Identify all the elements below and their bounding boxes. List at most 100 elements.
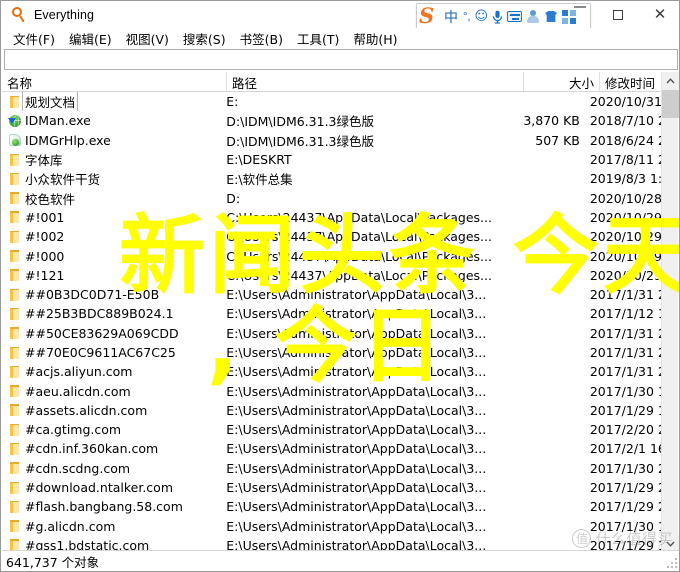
menu-bookmark[interactable]: 书签(B) (233, 28, 290, 49)
punctuation-icon[interactable]: °, (461, 6, 472, 28)
chinese-mode-icon[interactable]: 中 (441, 6, 461, 28)
table-row[interactable]: #!121C:\Users\24437\AppData\Local\Packag… (2, 266, 663, 285)
folder-icon (8, 288, 21, 302)
cell-path: E:\软件总集 (221, 169, 510, 188)
table-row[interactable]: #cdn.inf.360kan.comE:\Users\Administrato… (2, 439, 663, 458)
menu-view[interactable]: 视图(V) (119, 28, 176, 49)
scroll-up-button[interactable] (662, 72, 679, 89)
menu-edit[interactable]: 编辑(E) (62, 28, 119, 49)
file-name: #!002 (25, 229, 64, 244)
ime-collapse-button[interactable] (574, 6, 586, 8)
table-row[interactable]: 字体库E:\DESKRT2017/8/11 23:28 (2, 150, 663, 169)
file-name: IDMan.exe (25, 113, 91, 128)
table-row[interactable]: 规划文档E:2020/10/31 20:41 (2, 92, 663, 111)
cell-date: 2017/1/30 23:03 (585, 459, 663, 478)
cell-name: 字体库 (2, 150, 221, 169)
table-row[interactable]: #acjs.aliyun.comE:\Users\Administrator\A… (2, 362, 663, 381)
cell-date: 2017/1/31 21:38 (585, 362, 663, 381)
file-name: ##70E0C9611AC67C25 (25, 345, 176, 360)
cell-size (511, 478, 585, 497)
cell-path: E: (221, 92, 510, 111)
folder-icon (8, 481, 21, 495)
menu-search[interactable]: 搜索(S) (176, 28, 233, 49)
cell-size (511, 420, 585, 439)
table-row[interactable]: #aeu.alicdn.comE:\Users\Administrator\Ap… (2, 381, 663, 400)
cell-path: E:\Users\Administrator\AppData\Local\3..… (221, 517, 510, 536)
cell-name: #!000 (2, 246, 221, 265)
cell-size (511, 517, 585, 536)
scrollbar-thumb[interactable] (662, 90, 679, 118)
table-row[interactable]: ##50CE83629A069CDDE:\Users\Administrator… (2, 324, 663, 343)
table-row[interactable]: #download.ntalker.comE:\Users\Administra… (2, 478, 663, 497)
table-row[interactable]: 小众软件干货E:\软件总集2019/8/3 1:15 (2, 169, 663, 188)
microphone-glyph (492, 10, 503, 24)
table-row[interactable]: ##70E0C9611AC67C25E:\Users\Administrator… (2, 343, 663, 362)
table-row[interactable]: #!001C:\Users\24437\AppData\Local\Packag… (2, 208, 663, 227)
folder-icon (8, 268, 21, 282)
table-row[interactable]: IDMGrHlp.exeD:\IDM\IDM6.31.3绿色版507 KB201… (2, 131, 663, 150)
sogou-logo-icon[interactable]: S (419, 6, 441, 28)
resize-grip[interactable] (666, 557, 678, 569)
cell-size (511, 150, 585, 169)
file-name: 校色软件 (25, 189, 75, 208)
sogou-ime-toolbar[interactable]: S 中 °, ☺ (416, 3, 591, 30)
file-name: #ca.gtimg.com (25, 422, 121, 437)
table-row[interactable]: #!002C:\Users\24437\AppData\Local\Packag… (2, 227, 663, 246)
cell-size (511, 362, 585, 381)
soft-keyboard-icon[interactable] (505, 6, 524, 28)
search-bar (4, 49, 678, 70)
table-row[interactable]: ##0B3DC0D71-E50BE:\Users\Administrator\A… (2, 285, 663, 304)
close-icon: ✕ (654, 7, 667, 22)
folder-icon (8, 95, 21, 109)
table-row[interactable]: #assets.alicdn.comE:\Users\Administrator… (2, 401, 663, 420)
table-row[interactable]: IDMan.exeD:\IDM\IDM6.31.3绿色版3,870 KB2018… (2, 111, 663, 130)
search-input[interactable] (4, 49, 678, 70)
emoji-icon[interactable]: ☺ (472, 6, 490, 28)
menu-file[interactable]: 文件(F) (6, 28, 62, 49)
cell-size (511, 266, 585, 285)
chevron-up-icon (666, 78, 675, 84)
cell-name: #download.ntalker.com (2, 478, 221, 497)
maximize-button[interactable] (597, 1, 639, 28)
user-center-icon[interactable] (524, 6, 542, 28)
cell-name: #cdn.scdng.com (2, 459, 221, 478)
file-list[interactable]: 规划文档E:2020/10/31 20:41 IDMan.exe D:\IDM\ID… (2, 92, 663, 552)
folder-icon (8, 191, 21, 205)
cell-date: 2017/1/31 22:22 (585, 324, 663, 343)
cell-date: 2020/10/29 0:25 (585, 266, 663, 285)
skin-icon[interactable] (542, 6, 560, 28)
cell-size (511, 304, 585, 323)
cell-path: C:\Users\24437\AppData\Local\Packages... (221, 246, 510, 265)
table-row[interactable]: #ca.gtimg.comE:\Users\Administrator\AppD… (2, 420, 663, 439)
menu-tools[interactable]: 工具(T) (290, 28, 346, 49)
file-name: #!121 (25, 268, 64, 283)
cell-path: E:\Users\Administrator\AppData\Local\3..… (221, 459, 510, 478)
voice-input-icon[interactable] (490, 6, 505, 28)
cell-path: D: (221, 188, 510, 207)
column-size[interactable]: 大小 (524, 72, 600, 92)
close-button[interactable]: ✕ (639, 1, 680, 28)
menu-help[interactable]: 帮助(H) (346, 28, 404, 49)
toolbox-icon[interactable] (560, 6, 578, 28)
cell-path: E:\Users\Administrator\AppData\Local\3..… (221, 362, 510, 381)
file-name: 小众软件干货 (25, 169, 100, 188)
file-name: IDMGrHlp.exe (25, 133, 111, 148)
table-row[interactable]: 校色软件 D: 2020/10/28 23:19 (2, 188, 663, 207)
folder-icon (8, 326, 21, 340)
table-row[interactable]: #cdn.scdng.comE:\Users\Administrator\App… (2, 459, 663, 478)
table-row[interactable]: #!000C:\Users\24437\AppData\Local\Packag… (2, 246, 663, 265)
cell-size: 3,870 KB (511, 111, 585, 130)
folder-icon (8, 172, 21, 186)
cell-size (511, 343, 585, 362)
cell-date: 2020/10/28 23:19 (585, 188, 663, 207)
folder-icon (8, 423, 21, 437)
vertical-scrollbar[interactable] (661, 72, 678, 552)
table-row[interactable]: #g.alicdn.comE:\Users\Administrator\AppD… (2, 517, 663, 536)
column-path[interactable]: 路径 (227, 72, 524, 92)
table-row[interactable]: ##25B3BDC889B024.1E:\Users\Administrator… (2, 304, 663, 323)
column-name[interactable]: 名称 (2, 72, 227, 92)
cell-name: ##25B3BDC889B024.1 (2, 304, 221, 323)
folder-icon (8, 249, 21, 263)
table-row[interactable]: #flash.bangbang.58.comE:\Users\Administr… (2, 497, 663, 516)
cell-path: D:\IDM\IDM6.31.3绿色版 (221, 111, 510, 130)
